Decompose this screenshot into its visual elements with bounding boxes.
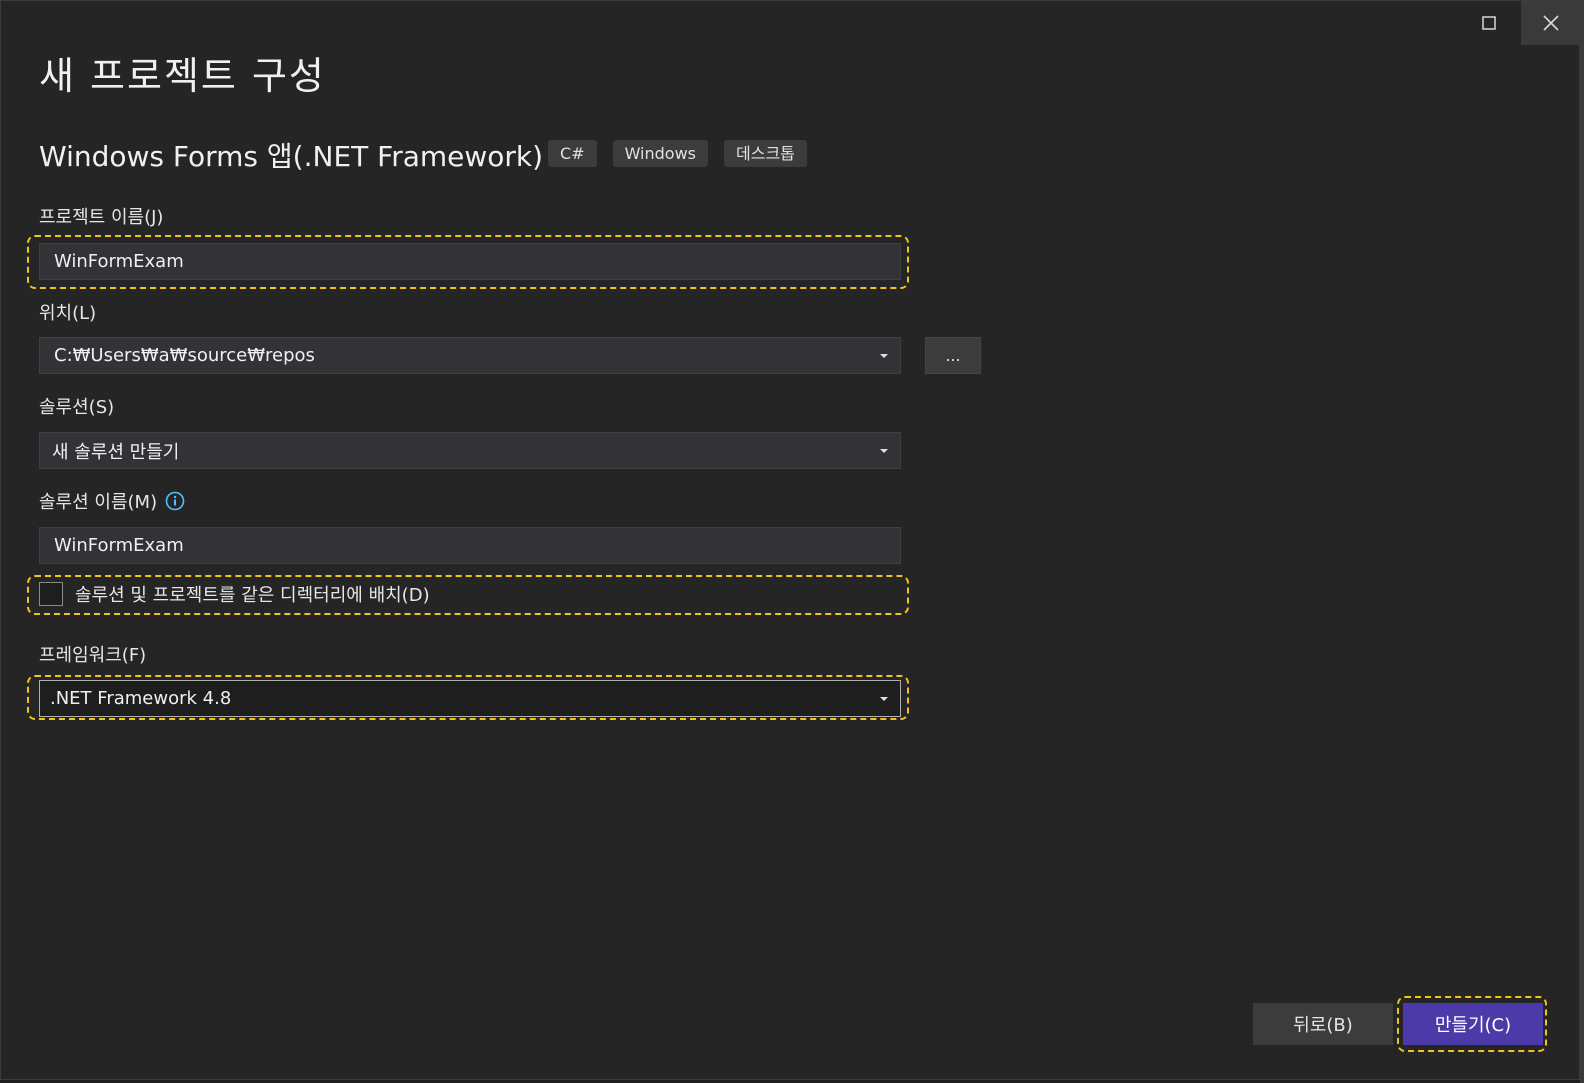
solution-label: 솔루션(S) <box>39 397 115 418</box>
framework-label: 프레임워크(F) <box>39 645 147 666</box>
solution-name-input[interactable] <box>39 527 901 564</box>
project-name-label: 프로젝트 이름(J) <box>39 207 164 228</box>
framework-value: .NET Framework 4.8 <box>50 688 232 709</box>
back-button[interactable]: 뒤로(B) <box>1253 1003 1393 1045</box>
tag-language: C# <box>548 140 597 167</box>
tag-platform: Windows <box>612 140 708 167</box>
page-title: 새 프로젝트 구성 <box>39 54 326 98</box>
template-tags: C# Windows 데스크톱 <box>548 140 807 167</box>
chevron-down-icon <box>880 353 888 358</box>
location-label: 위치(L) <box>39 303 97 324</box>
framework-select[interactable]: .NET Framework 4.8 <box>39 680 901 717</box>
background-edge <box>1580 0 1584 1083</box>
solution-select[interactable]: 새 솔루션 만들기 <box>39 432 901 469</box>
maximize-icon <box>1482 16 1496 30</box>
chevron-down-icon <box>880 448 888 453</box>
template-name: Windows Forms 앱(.NET Framework) <box>39 140 544 173</box>
close-icon <box>1543 15 1559 31</box>
same-directory-checkbox[interactable] <box>39 582 63 606</box>
configure-project-dialog: 새 프로젝트 구성 Windows Forms 앱(.NET Framework… <box>0 0 1581 1080</box>
same-directory-option[interactable]: 솔루션 및 프로젝트를 같은 디렉터리에 배치(D) <box>39 581 430 607</box>
same-directory-label: 솔루션 및 프로젝트를 같은 디렉터리에 배치(D) <box>75 585 430 606</box>
solution-value: 새 솔루션 만들기 <box>52 441 180 463</box>
tag-project-type: 데스크톱 <box>724 140 807 167</box>
project-name-input[interactable] <box>39 243 901 280</box>
close-button[interactable] <box>1521 1 1581 45</box>
browse-location-button[interactable]: ... <box>925 337 981 374</box>
chevron-down-icon <box>880 696 888 701</box>
info-icon[interactable] <box>165 491 185 511</box>
location-value: C:₩Users₩a₩source₩repos <box>54 345 315 366</box>
solution-name-label: 솔루션 이름(M) <box>39 488 185 514</box>
create-button[interactable]: 만들기(C) <box>1403 1003 1543 1045</box>
maximize-button[interactable] <box>1459 1 1519 45</box>
location-combobox[interactable]: C:₩Users₩a₩source₩repos <box>39 337 901 374</box>
